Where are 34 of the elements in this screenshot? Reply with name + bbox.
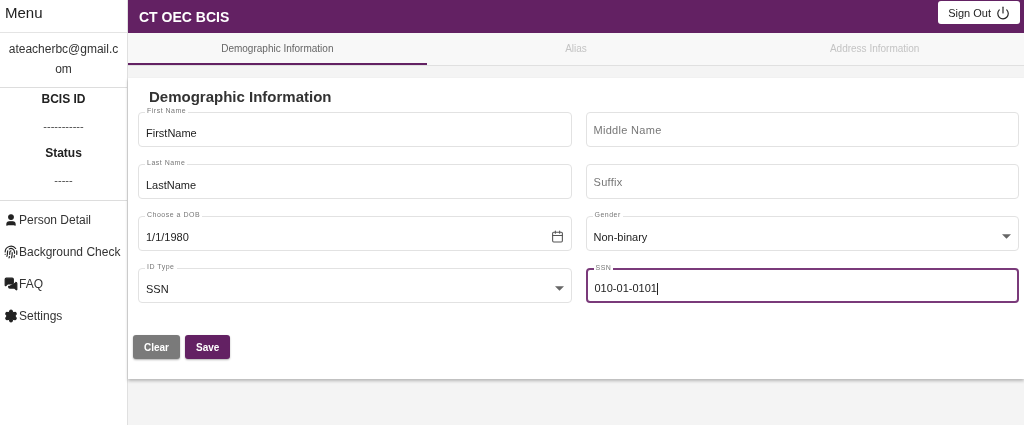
sign-out-button[interactable]: Sign Out [938, 1, 1020, 24]
info-label: Status [45, 146, 82, 160]
fingerprint-icon [4, 245, 18, 259]
save-button[interactable]: Save [185, 335, 231, 359]
nav-item[interactable]: Settings [4, 307, 123, 325]
chat-icon [4, 277, 18, 291]
dropdown-caret-icon [1002, 234, 1011, 239]
field-placeholder: Middle Name [593, 123, 663, 136]
info-label: BCIS ID [41, 92, 86, 106]
menu-title: Menu [0, 0, 127, 33]
nav-item[interactable]: Background Check [4, 243, 123, 261]
field-placeholder: Suffix [593, 175, 624, 188]
info-value: ----------- [43, 120, 84, 132]
input-field[interactable]: Suffix [585, 164, 1019, 199]
field-value: 1/1/1980 [146, 230, 190, 243]
field-value: Non-binary [593, 230, 649, 243]
clear-button[interactable]: Clear [133, 335, 180, 359]
user-email: ateacherbc@gmail.com [7, 41, 120, 78]
person-icon [4, 213, 18, 227]
tab[interactable]: Demographic Information [128, 33, 427, 65]
field-value: SSN [146, 282, 170, 295]
info-value: ----- [54, 174, 73, 186]
app-title: CT OEC BCIS [139, 8, 230, 25]
power-icon [996, 5, 1010, 20]
calendar-icon[interactable] [550, 230, 564, 243]
settings-icon [4, 309, 18, 323]
field-value: FirstName [146, 126, 198, 139]
field-value: LastName [146, 178, 198, 191]
nav-item[interactable]: Person Detail [4, 211, 123, 229]
nav-item[interactable]: FAQ [4, 275, 123, 293]
form-title: Demographic Information [148, 88, 333, 105]
dropdown-caret-icon [554, 286, 564, 291]
field-value: 010-01-0101 [594, 281, 659, 296]
input-field[interactable]: Middle Name [585, 112, 1019, 147]
